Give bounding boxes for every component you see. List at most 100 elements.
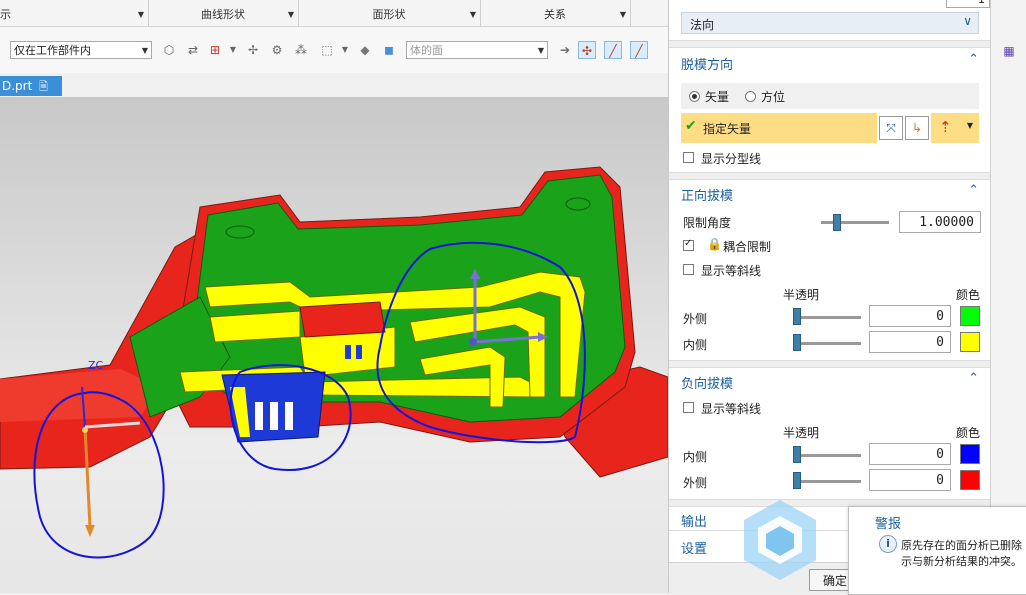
- specify-vector-label: 指定矢量: [703, 122, 752, 136]
- graphics-viewport[interactable]: ZC: [0, 97, 668, 593]
- transparency-input[interactable]: 0: [869, 331, 951, 353]
- transparency-input[interactable]: 0: [869, 443, 951, 465]
- collapse-icon[interactable]: ⌃: [968, 371, 979, 386]
- transparency-slider-handle[interactable]: [793, 446, 801, 463]
- section-divider: [669, 172, 991, 180]
- axis-label-zc: ZC: [88, 359, 104, 372]
- file-tab-name: D.prt: [2, 79, 33, 93]
- ribbon-group-display[interactable]: 示 ▼: [0, 0, 149, 26]
- part-model-view: [0, 166, 668, 559]
- part-slot: [270, 402, 278, 430]
- checkbox-show-parting-line[interactable]: [683, 152, 694, 163]
- ribbon-group-label: 关系: [544, 8, 566, 21]
- transparency-slider-handle[interactable]: [793, 334, 801, 351]
- limit-angle-slider-handle[interactable]: [833, 214, 841, 231]
- direction-select[interactable]: 法向 ∨: [681, 12, 979, 34]
- transparency-slider[interactable]: [793, 316, 861, 319]
- radio-orientation[interactable]: [745, 91, 756, 102]
- link-icon[interactable]: ⇄: [184, 41, 202, 59]
- positive-inner-label: 内侧: [683, 338, 708, 352]
- rectangle-select-icon[interactable]: ⬚: [318, 41, 336, 59]
- transparency-slider-handle[interactable]: [793, 308, 801, 325]
- couple-limit-label: 耦合限制: [723, 240, 772, 254]
- transparency-input[interactable]: 0: [869, 305, 951, 327]
- radio-vector-label: 矢量: [705, 90, 730, 104]
- radio-vector[interactable]: [689, 91, 700, 102]
- solid-body-icon[interactable]: ◆: [356, 41, 374, 59]
- collapse-icon[interactable]: ⌃: [968, 183, 979, 198]
- selection-scope-value: 仅在工作部件内: [14, 44, 91, 57]
- snap-point-icon[interactable]: ✣: [578, 41, 596, 59]
- chevron-down-icon[interactable]: ▼: [620, 0, 626, 30]
- resource-bar: ▦: [990, 0, 1026, 593]
- tree-select-icon[interactable]: ⚙: [268, 41, 286, 59]
- ribbon-group-label: 面形状: [372, 8, 406, 21]
- chevron-down-icon[interactable]: ▼: [142, 42, 148, 60]
- transparency-slider[interactable]: [793, 454, 861, 457]
- chevron-down-icon[interactable]: ▼: [967, 121, 973, 130]
- limit-angle-slider[interactable]: [821, 221, 889, 224]
- positive-outer-label: 外侧: [683, 312, 708, 326]
- top-value-field[interactable]: 1: [946, 0, 990, 8]
- reverse-direction-icon[interactable]: ⤧: [879, 116, 903, 140]
- color-swatch-red[interactable]: [960, 470, 980, 490]
- negative-outer-label: 外侧: [683, 476, 708, 490]
- line-midpoint-icon[interactable]: ╱: [630, 41, 648, 59]
- add-point-icon[interactable]: ✢: [244, 41, 262, 59]
- color-header: 颜色: [956, 288, 981, 302]
- file-tab[interactable]: D.prt 🗎 ✕: [0, 76, 62, 114]
- table-icon[interactable]: ▦: [999, 44, 1019, 60]
- face-filter-combo[interactable]: 体的面 ▼: [406, 41, 548, 59]
- checkbox-show-isocline-negative[interactable]: [683, 402, 694, 413]
- checkbox-couple-limit[interactable]: [683, 238, 694, 251]
- chevron-down-icon[interactable]: ▼: [470, 0, 476, 30]
- chevron-down-icon[interactable]: ∨: [963, 14, 972, 28]
- blue-cube-icon[interactable]: ◼: [380, 41, 398, 59]
- section-title-settings[interactable]: 设置: [681, 538, 707, 557]
- show-isocline-label: 显示等斜线: [701, 264, 762, 278]
- transparency-slider[interactable]: [793, 480, 861, 483]
- specify-vector-row[interactable]: ✔ 指定矢量: [681, 113, 877, 143]
- selection-toolbar: 仅在工作部件内 ▼ ⬡ ⇄ ⊞ ▼ ✢ ⚙ ⁂ ⬚ ▼ ◆ ◼ 体的面 ▼ ➔ …: [0, 27, 668, 73]
- limit-angle-input[interactable]: 1.00000: [899, 211, 981, 233]
- vector-origin: [469, 338, 477, 346]
- part-hole: [565, 197, 591, 211]
- chevron-down-icon[interactable]: ▼: [288, 0, 294, 30]
- color-swatch-green[interactable]: [960, 306, 980, 326]
- section-title-draft-direction[interactable]: 脱模方向: [681, 54, 733, 73]
- ribbon-group-curve-shape[interactable]: 曲线形状 ▼: [148, 0, 299, 26]
- transparency-slider[interactable]: [793, 342, 861, 345]
- collapse-icon[interactable]: ⌃: [968, 52, 979, 67]
- chevron-down-icon[interactable]: ▼: [224, 41, 242, 59]
- chevron-down-icon[interactable]: ▼: [138, 0, 144, 30]
- point-filter-icon[interactable]: ⊞: [206, 41, 224, 59]
- selection-scope-combo[interactable]: 仅在工作部件内 ▼: [10, 41, 152, 59]
- arrow-right-icon[interactable]: ➔: [556, 41, 574, 59]
- cube-snap-icon[interactable]: ⬡: [160, 41, 178, 59]
- ribbon-group-relation[interactable]: 关系 ▼: [480, 0, 631, 26]
- line-endpoint-icon[interactable]: ╱: [604, 41, 622, 59]
- alert-tooltip: 警报 i 原先存在的面分析已删除 示与新分析结果的冲突。: [848, 506, 1026, 595]
- transparency-input[interactable]: 0: [869, 469, 951, 491]
- section-title-positive-draft[interactable]: 正向拔模: [681, 185, 733, 204]
- part-slot: [356, 345, 362, 359]
- checkbox-show-isocline-positive[interactable]: [683, 264, 694, 275]
- chevron-down-icon[interactable]: ▼: [538, 42, 544, 60]
- color-header: 颜色: [956, 426, 981, 440]
- color-swatch-blue[interactable]: [960, 444, 980, 464]
- radio-orientation-label: 方位: [761, 90, 786, 104]
- color-swatch-yellow[interactable]: [960, 332, 980, 352]
- vector-type-dropdown[interactable]: ⇡ ▼: [931, 113, 979, 143]
- document-icon: 🗎: [39, 80, 48, 93]
- transparency-slider-handle[interactable]: [793, 472, 801, 489]
- ribbon-group-face-shape[interactable]: 面形状 ▼: [298, 0, 481, 26]
- draft-analysis-dialog: 1 法向 ∨ 脱模方向 ⌃ 矢量 方位 ✔ 指定矢量 ⤧ ↳ ⇡ ▼ 显示分型线…: [668, 0, 991, 594]
- part-hole: [225, 225, 255, 239]
- section-title-negative-draft[interactable]: 负向拔模: [681, 373, 733, 392]
- scatter-select-icon[interactable]: ⁂: [292, 41, 310, 59]
- chevron-down-icon[interactable]: ▼: [336, 41, 354, 59]
- vector-dialog-icon[interactable]: ↳: [905, 116, 929, 140]
- info-icon: i: [879, 535, 897, 553]
- section-title-output[interactable]: 输出: [681, 511, 707, 530]
- axis-arrow: [85, 525, 95, 537]
